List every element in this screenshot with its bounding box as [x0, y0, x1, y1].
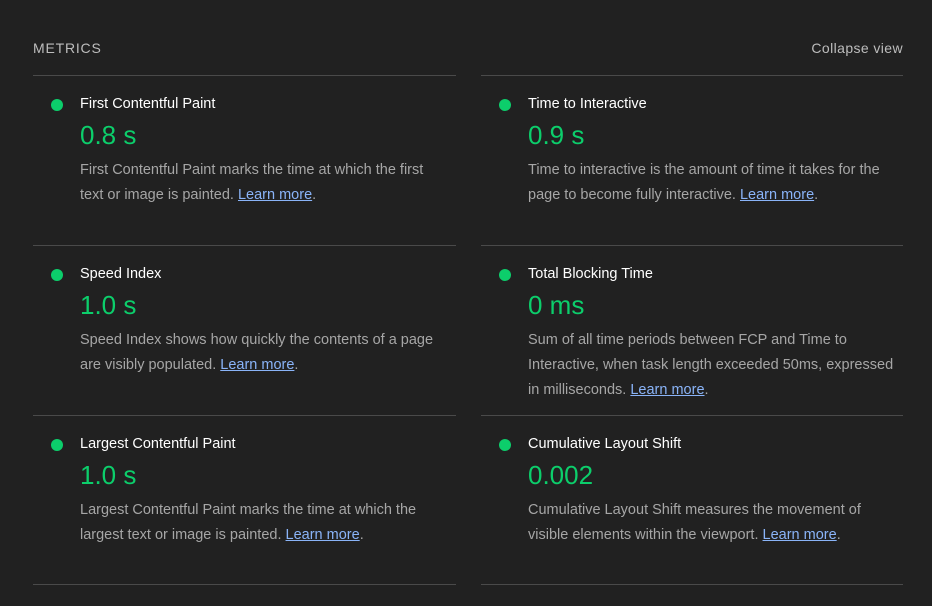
learn-more-link[interactable]: Learn more [763, 527, 837, 543]
section-title: METRICS [33, 40, 102, 56]
collapse-view-button[interactable]: Collapse view [811, 40, 903, 56]
learn-more-link[interactable]: Learn more [286, 527, 360, 543]
metric-first-contentful-paint: First Contentful Paint 0.8 s First Conte… [33, 75, 456, 245]
metrics-header: METRICS Collapse view [33, 38, 903, 58]
metric-title: Largest Contentful Paint [80, 436, 236, 452]
metric-description: Time to interactive is the amount of tim… [528, 162, 880, 203]
metric-title: First Contentful Paint [80, 96, 216, 112]
metric-value: 0.002 [528, 460, 594, 490]
metric-description-text: Time to interactive is the amount of tim… [528, 162, 880, 203]
learn-more-link[interactable]: Learn more [220, 357, 294, 373]
pass-status-icon [51, 269, 63, 281]
metric-total-blocking-time: Total Blocking Time 0 ms Sum of all time… [481, 245, 903, 415]
metric-value: 1.0 s [80, 460, 137, 490]
metric-time-to-interactive: Time to Interactive 0.9 s Time to intera… [481, 75, 903, 245]
metric-title: Total Blocking Time [528, 266, 653, 282]
metrics-grid: First Contentful Paint 0.8 s First Conte… [33, 75, 903, 585]
metric-cumulative-layout-shift: Cumulative Layout Shift 0.002 Cumulative… [481, 415, 903, 585]
pass-status-icon [499, 269, 511, 281]
pass-status-icon [499, 99, 511, 111]
metric-title: Time to Interactive [528, 96, 647, 112]
metric-value: 1.0 s [80, 290, 137, 320]
metric-value: 0.8 s [80, 120, 137, 150]
learn-more-link[interactable]: Learn more [740, 187, 814, 203]
metric-description: Largest Contentful Paint marks the time … [80, 502, 417, 543]
metric-description-text: Sum of all time periods between FCP and … [528, 332, 894, 398]
metric-title: Cumulative Layout Shift [528, 436, 682, 452]
metrics-panel: METRICS Collapse view First Contentful P… [0, 0, 932, 606]
metric-title: Speed Index [80, 266, 162, 282]
metric-description: Cumulative Layout Shift measures the mov… [528, 502, 861, 543]
pass-status-icon [51, 99, 63, 111]
metric-value: 0.9 s [528, 120, 585, 150]
learn-more-link[interactable]: Learn more [238, 187, 312, 203]
metric-speed-index: Speed Index 1.0 s Speed Index shows how … [33, 245, 456, 415]
metric-description: Speed Index shows how quickly the conten… [80, 332, 434, 373]
metric-description: Sum of all time periods between FCP and … [528, 332, 894, 398]
metric-description-text: Largest Contentful Paint marks the time … [80, 502, 417, 543]
metric-value: 0 ms [528, 290, 585, 320]
metric-description: First Contentful Paint marks the time at… [80, 162, 424, 203]
pass-status-icon [51, 439, 63, 451]
pass-status-icon [499, 439, 511, 451]
metric-largest-contentful-paint: Largest Contentful Paint 1.0 s Largest C… [33, 415, 456, 585]
learn-more-link[interactable]: Learn more [630, 382, 704, 398]
